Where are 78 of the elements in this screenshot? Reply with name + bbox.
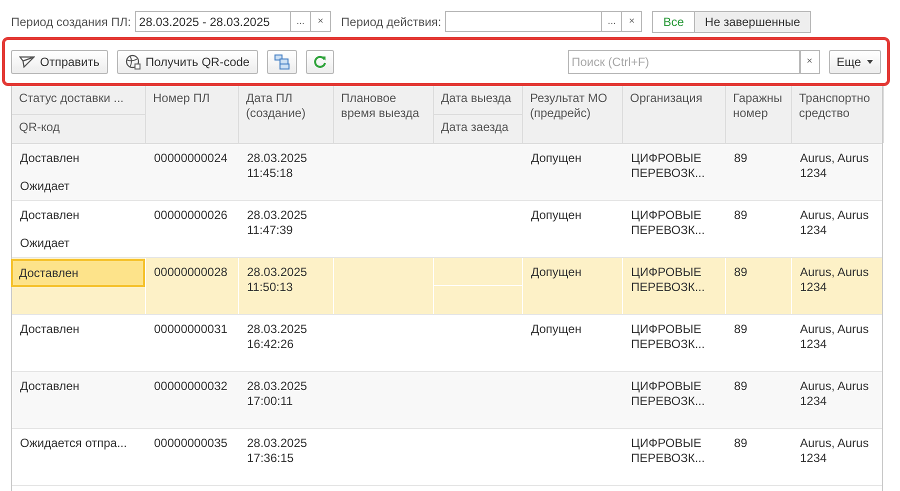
caret-icon <box>867 60 873 64</box>
date-range-field[interactable]: 28.03.2025 - 28.03.2025 <box>135 11 292 32</box>
table-cell-text: Aurus, Aurus 1234 <box>799 321 870 353</box>
structure-button[interactable] <box>266 50 297 74</box>
table-cell-text: 00000000035 <box>153 435 228 452</box>
column-header[interactable]: Дата ПЛ (создание) <box>239 86 334 143</box>
table-cell-text: 28.03.2025 17:36:15 <box>246 435 308 467</box>
table-cell-text: Доставлен <box>19 378 80 395</box>
table-cell-text: ЦИФРОВЫЕ ПЕРЕВОЗК... <box>630 435 706 467</box>
field-label: Период создания ПЛ: <box>11 14 132 28</box>
filter-tab[interactable]: Все <box>652 10 695 32</box>
column-header[interactable]: Транспортно средство <box>792 86 884 143</box>
table-cell: ЦИФРОВЫЕ ПЕРЕВОЗК... <box>623 258 726 314</box>
table-cell-text: Доставлен <box>19 207 80 224</box>
column-header[interactable]: Плановое время выезда <box>334 86 434 143</box>
table-cell-text: 89 <box>733 321 748 338</box>
table-cell-text: Aurus, Aurus 1234 <box>799 150 870 182</box>
table-cell-text: Aurus, Aurus 1234 <box>799 378 870 410</box>
table-cell-text: Ожидает <box>19 235 71 252</box>
column-header[interactable]: Организация <box>623 86 726 143</box>
choose-button[interactable]: ... <box>291 11 312 32</box>
filter-tab[interactable]: Не завершенные <box>694 10 812 32</box>
table-cell: Допущен <box>531 208 582 222</box>
field-label: Период действия: <box>341 14 442 28</box>
table-cell: 00000000028 <box>146 258 239 314</box>
date-range-field[interactable] <box>445 11 602 32</box>
table-cell-text: Ожидает <box>19 178 71 195</box>
table-cell-text: Aurus, Aurus 1234 <box>799 207 870 239</box>
column-header[interactable]: Гаражны номер <box>726 86 792 143</box>
search-field[interactable]: Поиск (Ctrl+F) <box>568 50 800 74</box>
table-cell-text: ЦИФРОВЫЕ ПЕРЕВОЗК... <box>630 378 706 410</box>
send-icon <box>19 54 35 68</box>
table-cell: Доставлен <box>11 259 145 287</box>
table-cell-text: 00000000032 <box>153 378 228 395</box>
table-row[interactable]: Доставлен 00000000028 28.03.2025 11:50:13 Допущен ЦИФРОВЫЕ ПЕРЕВОЗК... 89 Aurus, Aurus 1234 <box>12 258 882 315</box>
table-cell: Допущен <box>531 322 582 336</box>
table-cell-text: 89 <box>733 435 748 452</box>
choose-button[interactable]: ... <box>602 11 622 32</box>
table-cell-text: ЦИФРОВЫЕ ПЕРЕВОЗК... <box>630 207 706 239</box>
send-button[interactable]: Отправить <box>11 50 108 74</box>
refresh-button[interactable] <box>306 50 334 74</box>
table-cell: Допущен <box>531 151 582 165</box>
column-header[interactable]: Дата заезда <box>434 115 522 143</box>
column-header[interactable]: Дата выезда <box>434 86 522 115</box>
table-cell-text: 28.03.2025 11:45:18 <box>246 150 308 182</box>
table-cell-text: ЦИФРОВЫЕ ПЕРЕВОЗК... <box>630 321 706 353</box>
table-cell-text: 28.03.2025 17:00:11 <box>246 378 308 410</box>
table-cell-text: 00000000031 <box>153 321 228 338</box>
refresh-icon <box>312 54 327 68</box>
table-cell: Допущен <box>531 265 582 279</box>
table-cell-text: Ожидается отпра... <box>19 435 128 452</box>
table-cell: Aurus, Aurus 1234 <box>792 258 884 314</box>
column-header[interactable]: Номер ПЛ <box>146 86 239 143</box>
clear-button[interactable]: × <box>622 11 642 32</box>
table-row[interactable]: Доставлен 00000000032 28.03.2025 17:00:11 ЦИФРОВЫЕ ПЕРЕВОЗК... 89 Aurus, Aurus 1234 <box>12 372 882 429</box>
column-header[interactable]: QR-код <box>12 115 145 143</box>
hierarchy-icon <box>274 54 290 70</box>
qr-button[interactable]: Получить QR-code <box>116 50 258 74</box>
table-cell-text: Aurus, Aurus 1234 <box>799 435 870 467</box>
table-cell-text: Доставлен <box>19 321 80 338</box>
table-cell-text: 00000000024 <box>153 150 228 167</box>
globe-icon <box>124 54 141 70</box>
column-header[interactable]: Результат МО (предрейс) <box>523 86 623 143</box>
clear-button[interactable]: × <box>800 50 820 74</box>
table-cell-text: 89 <box>733 207 748 224</box>
table-cell-text: 28.03.2025 11:47:39 <box>246 207 308 239</box>
table-cell-text: Доставлен <box>19 150 80 167</box>
clear-button[interactable]: × <box>311 11 332 32</box>
table-cell: 28.03.2025 11:50:13 <box>239 258 334 314</box>
table-cell-text: 89 <box>733 150 748 167</box>
table-cell: 89 <box>726 258 792 314</box>
table-cell-text: 28.03.2025 16:42:26 <box>246 321 308 353</box>
column-header[interactable]: Статус доставки ... <box>12 86 145 115</box>
table-cell-text: ЦИФРОВЫЕ ПЕРЕВОЗК... <box>630 150 706 182</box>
table-cell-text: 89 <box>733 378 748 395</box>
table-cell-text: 00000000026 <box>153 207 228 224</box>
table-row[interactable]: Доставлен Ожидает 00000000024 28.03.2025 11:45:18 Допущен ЦИФРОВЫЕ ПЕРЕВОЗК... 89 Aurus, Aurus 1234 <box>12 144 882 201</box>
more-button[interactable]: Еще <box>828 50 881 74</box>
